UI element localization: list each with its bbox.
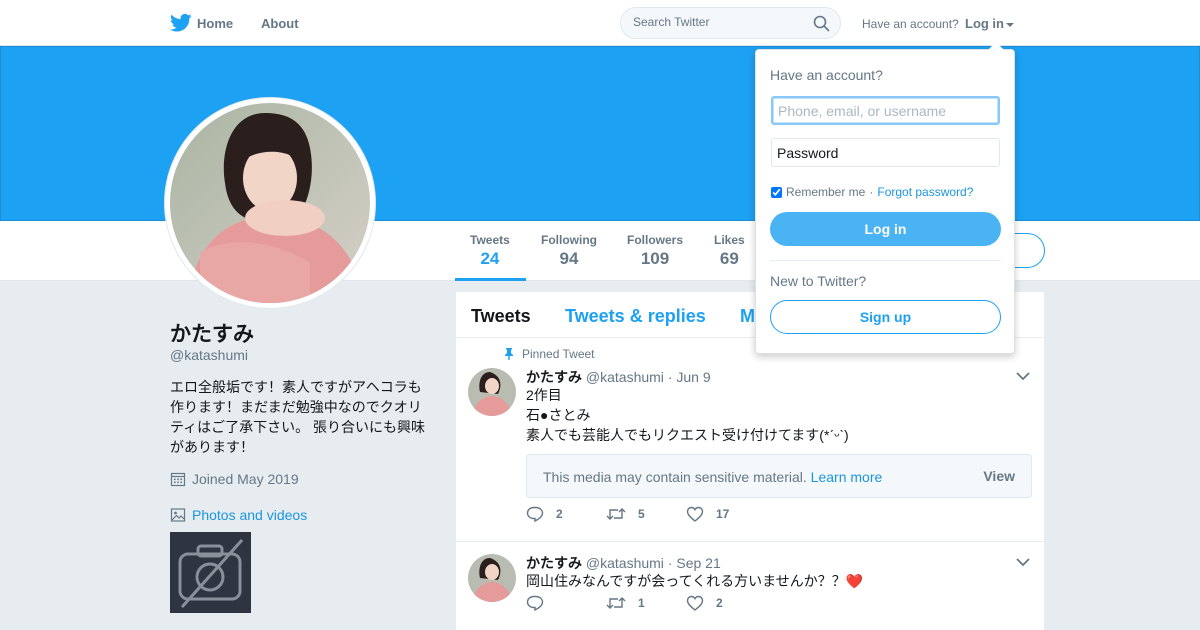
stat-followers[interactable]: Followers 109	[627, 233, 683, 269]
stat-label: Following	[541, 233, 597, 247]
stat-value: 109	[640, 249, 670, 268]
tweet-text: 2作目 石●さとみ 素人でも芸能人でもリクエスト受け付けてます(*ˊᵕˋ)	[526, 387, 849, 443]
tweet-avatar[interactable]	[468, 368, 516, 416]
chevron-down-icon[interactable]	[1016, 371, 1030, 381]
retweet-icon	[606, 597, 626, 609]
separator: ·	[869, 185, 874, 199]
retweet-count: 1	[638, 596, 645, 610]
tweet[interactable]: Pinned Tweet かたすみ @katashumi · Jun 9 2作目…	[456, 339, 1044, 542]
tweet-actions: 1 2	[526, 595, 766, 611]
divider	[770, 260, 1001, 261]
dropdown-arrow	[988, 42, 1004, 50]
dropdown-title: Have an account?	[770, 67, 883, 83]
tweet-avatar[interactable]	[468, 554, 516, 602]
tweet-author-handle[interactable]: @katashumi	[586, 555, 664, 571]
nav-home-link[interactable]: Home	[197, 16, 233, 31]
reply-icon	[526, 506, 544, 522]
reply-action[interactable]	[526, 595, 606, 611]
profile-handle[interactable]: @katashumi	[170, 347, 248, 363]
reply-count: 2	[556, 507, 563, 521]
tweet[interactable]: かたすみ @katashumi · Sep 21 岡山住みなんですが会ってくれる…	[456, 543, 1044, 630]
media-thumbnail[interactable]	[170, 532, 251, 613]
username-field[interactable]	[771, 96, 1000, 125]
top-nav: Home About Have an account? Log in	[0, 0, 1200, 46]
tweet-header: かたすみ @katashumi · Jun 9	[526, 367, 711, 387]
login-button[interactable]: Log in	[770, 212, 1001, 246]
sensitive-message: This media may contain sensitive materia…	[543, 469, 883, 485]
pinned-indicator: Pinned Tweet	[504, 347, 595, 361]
new-to-twitter-text: New to Twitter?	[770, 273, 867, 289]
login-dropdown: Have an account? Remember me · Forgot pa…	[755, 42, 1015, 354]
view-media-button[interactable]: View	[983, 468, 1015, 484]
joined-text: Joined May 2019	[192, 471, 299, 487]
stat-likes[interactable]: Likes 69	[714, 233, 745, 269]
retweet-action[interactable]: 5	[606, 506, 686, 522]
chevron-down-icon[interactable]	[1016, 557, 1030, 567]
twitter-bird-icon[interactable]	[170, 13, 192, 33]
search-box[interactable]	[620, 7, 841, 39]
reply-action[interactable]: 2	[526, 506, 606, 522]
profile-avatar[interactable]	[165, 98, 375, 308]
tab-tweets-replies[interactable]: Tweets & replies	[565, 306, 706, 327]
tab-media[interactable]: M	[740, 306, 755, 327]
calendar-icon	[170, 472, 186, 487]
remember-me-row: Remember me · Forgot password?	[771, 185, 973, 199]
login-dropdown-toggle[interactable]: Log in	[965, 16, 1014, 31]
caret-down-icon	[1006, 22, 1014, 27]
remember-me-label: Remember me	[786, 185, 866, 199]
stat-following[interactable]: Following 94	[541, 233, 597, 269]
photos-videos-link[interactable]: Photos and videos	[170, 507, 307, 523]
tweet-text: 岡山住みなんですが会ってくれる方いませんか？？❤️	[526, 573, 864, 589]
password-field[interactable]	[771, 138, 1000, 167]
profile-bio: エロ全般垢です！素人ですがアヘコラも作ります！まだまだ勉強中なのでクオリティはご…	[170, 379, 426, 455]
like-action[interactable]: 17	[686, 506, 766, 522]
stat-value: 24	[480, 249, 500, 268]
tweet-author-name[interactable]: かたすみ	[526, 555, 582, 571]
stat-label: Followers	[627, 233, 684, 247]
active-stat-underline	[455, 278, 526, 281]
like-count: 17	[716, 507, 730, 521]
forgot-password-link[interactable]: Forgot password?	[877, 185, 973, 199]
profile-name[interactable]: かたすみ	[170, 318, 254, 348]
search-icon[interactable]	[813, 15, 830, 32]
like-action[interactable]: 2	[686, 595, 766, 611]
tab-tweets[interactable]: Tweets	[471, 306, 531, 327]
tweet-date[interactable]: · Sep 21	[668, 555, 721, 571]
retweet-icon	[606, 508, 626, 520]
reply-icon	[526, 595, 544, 611]
learn-more-link[interactable]: Learn more	[811, 469, 883, 485]
tweet-author-handle[interactable]: @katashumi	[586, 369, 664, 385]
retweet-count: 5	[638, 507, 645, 521]
retweet-action[interactable]: 1	[606, 595, 686, 611]
tweet-header: かたすみ @katashumi · Sep 21	[526, 553, 721, 573]
hidden-media-icon	[178, 538, 244, 609]
image-icon	[170, 508, 186, 522]
have-account-text: Have an account?	[862, 17, 959, 31]
tweet-author-name[interactable]: かたすみ	[526, 369, 582, 385]
signup-button[interactable]: Sign up	[770, 300, 1001, 334]
tweet-date[interactable]: · Jun 9	[668, 369, 711, 385]
search-input[interactable]	[633, 15, 803, 29]
stat-label: Likes	[714, 233, 745, 247]
profile-joined: Joined May 2019	[170, 471, 299, 487]
like-count: 2	[716, 596, 723, 610]
photos-label: Photos and videos	[192, 507, 308, 523]
pinned-label: Pinned Tweet	[522, 347, 595, 361]
remember-me-checkbox[interactable]	[771, 186, 782, 198]
avatar-photo	[170, 103, 370, 303]
stat-value: 94	[559, 249, 579, 268]
nav-about-link[interactable]: About	[261, 16, 299, 31]
heart-icon	[686, 506, 704, 522]
tweet-actions: 2 5 17	[526, 506, 766, 522]
stat-tweets[interactable]: Tweets 24	[470, 233, 510, 269]
login-toggle-label: Log in	[965, 16, 1004, 31]
heart-emoji: ❤️	[845, 573, 864, 589]
sensitive-media-warning: This media may contain sensitive materia…	[526, 454, 1032, 498]
pin-icon	[505, 348, 513, 360]
stat-value: 69	[719, 249, 739, 268]
stat-label: Tweets	[470, 233, 510, 247]
heart-icon	[686, 595, 704, 611]
